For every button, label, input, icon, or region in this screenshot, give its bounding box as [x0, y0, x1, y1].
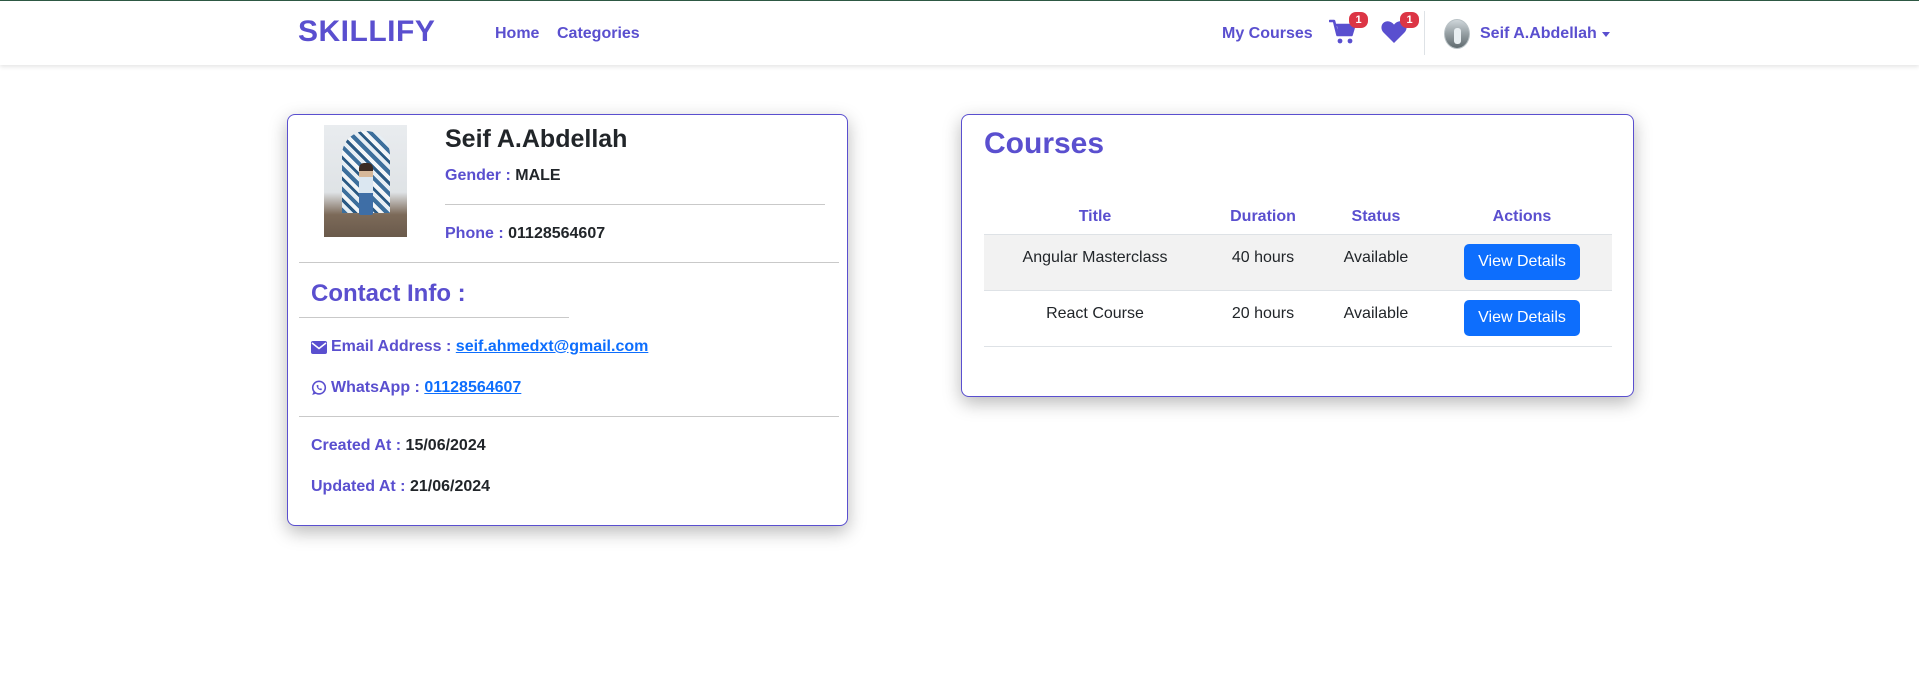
- nav-my-courses-link[interactable]: My Courses: [1222, 25, 1313, 43]
- avatar: [1444, 19, 1470, 49]
- gender-label: Gender :: [445, 167, 511, 184]
- profile-name: Seif A.Abdellah: [445, 125, 628, 153]
- column-header-duration: Duration: [1206, 201, 1320, 235]
- whatsapp-link[interactable]: 01128564607: [424, 379, 521, 397]
- envelope-icon: [311, 340, 327, 354]
- user-name: Seif A.Abdellah: [1480, 25, 1597, 42]
- user-dropdown[interactable]: Seif A.Abdellah: [1444, 18, 1610, 50]
- wishlist-badge: 1: [1400, 12, 1419, 28]
- created-at-field: Created At : 15/06/2024: [311, 437, 486, 455]
- divider: [299, 416, 839, 417]
- updated-at-field: Updated At : 21/06/2024: [311, 478, 490, 496]
- wishlist-button[interactable]: 1: [1380, 12, 1419, 49]
- chevron-down-icon: [1601, 31, 1610, 37]
- phone-field: Phone : 01128564607: [445, 225, 605, 243]
- cart-button[interactable]: 1: [1329, 12, 1368, 49]
- phone-value: 01128564607: [508, 225, 606, 242]
- table-row: Angular Masterclass 40 hours Available V…: [984, 234, 1612, 291]
- contact-info-heading: Contact Info :: [311, 280, 466, 307]
- updated-at-label: Updated At :: [311, 478, 406, 495]
- profile-card: Seif A.Abdellah Gender : MALE Phone : 01…: [287, 114, 848, 526]
- course-status: Available: [1320, 290, 1432, 347]
- course-title: React Course: [984, 290, 1206, 347]
- column-header-actions: Actions: [1432, 201, 1612, 235]
- whatsapp-field: WhatsApp : 01128564607: [311, 379, 521, 397]
- created-at-label: Created At :: [311, 437, 402, 454]
- gender-field: Gender : MALE: [445, 167, 561, 185]
- profile-photo: [324, 125, 407, 237]
- courses-heading: Courses: [984, 127, 1105, 160]
- table-row: React Course 20 hours Available View Det…: [984, 290, 1612, 347]
- course-duration: 20 hours: [1206, 290, 1320, 347]
- view-details-button[interactable]: View Details: [1464, 300, 1580, 336]
- course-duration: 40 hours: [1206, 234, 1320, 291]
- divider: [299, 317, 569, 318]
- email-label: Email Address :: [331, 338, 452, 355]
- cart-badge: 1: [1349, 12, 1368, 28]
- email-field: Email Address : seif.ahmedxt@gmail.com: [311, 338, 648, 356]
- course-title: Angular Masterclass: [984, 234, 1206, 291]
- divider: [299, 262, 839, 263]
- gender-value: MALE: [515, 167, 561, 184]
- nav-divider: [1424, 11, 1425, 55]
- nav-categories-link[interactable]: Categories: [557, 25, 640, 43]
- email-link[interactable]: seif.ahmedxt@gmail.com: [456, 338, 649, 356]
- nav-home-link[interactable]: Home: [495, 25, 539, 43]
- whatsapp-icon: [311, 380, 327, 395]
- courses-card: Courses Title Duration Status Actions An…: [961, 114, 1634, 397]
- navbar: SKILLIFY Home Categories My Courses 1 1 …: [0, 1, 1919, 65]
- column-header-status: Status: [1320, 201, 1432, 235]
- phone-label: Phone :: [445, 225, 504, 242]
- updated-at-value: 21/06/2024: [409, 478, 491, 495]
- course-actions: View Details: [1432, 290, 1612, 347]
- created-at-value: 15/06/2024: [405, 437, 486, 454]
- table-header-row: Title Duration Status Actions: [984, 201, 1612, 235]
- divider: [445, 204, 825, 205]
- courses-table: Title Duration Status Actions Angular Ma…: [984, 201, 1612, 347]
- view-details-button[interactable]: View Details: [1464, 244, 1580, 280]
- column-header-title: Title: [984, 201, 1206, 235]
- course-actions: View Details: [1432, 234, 1612, 291]
- whatsapp-label: WhatsApp :: [331, 379, 420, 396]
- course-status: Available: [1320, 234, 1432, 291]
- brand-logo[interactable]: SKILLIFY: [298, 15, 435, 49]
